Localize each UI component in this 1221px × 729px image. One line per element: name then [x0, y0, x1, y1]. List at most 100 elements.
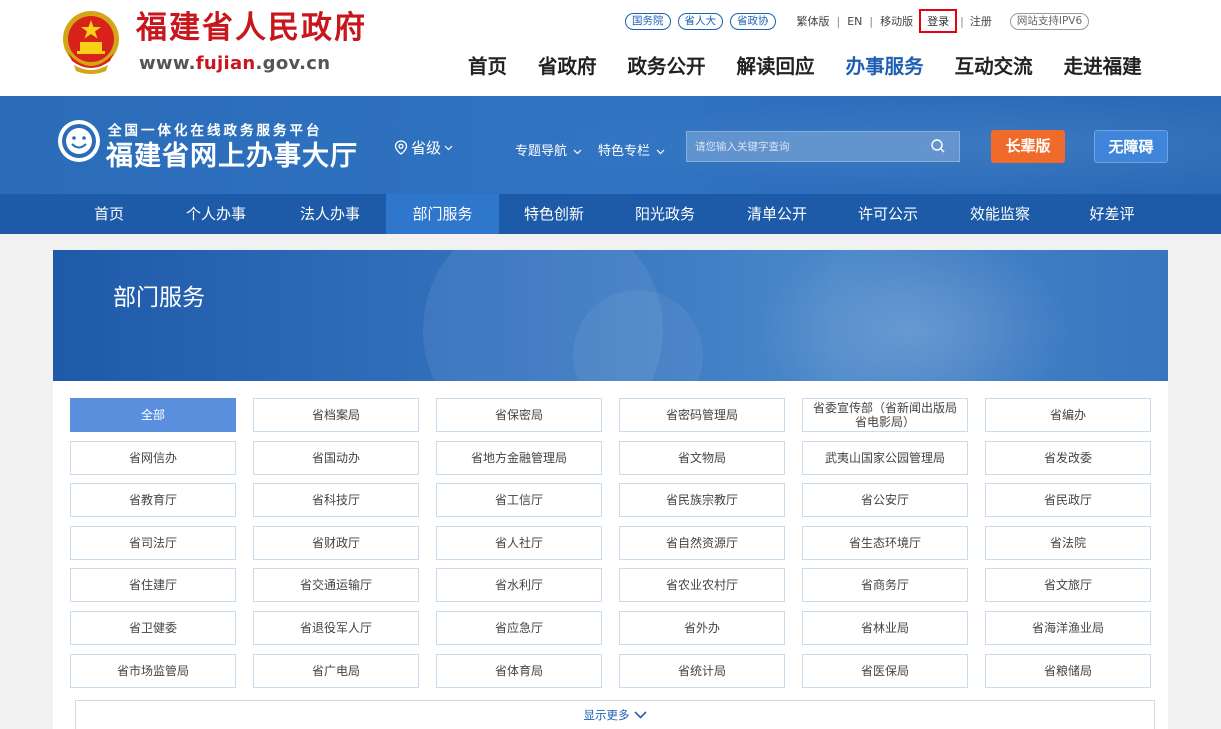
department-item[interactable]: 省交通运输厅 — [253, 568, 419, 603]
department-item[interactable]: 省粮储局 — [985, 653, 1151, 688]
department-item[interactable]: 省发改委 — [985, 440, 1151, 475]
department-item[interactable]: 省统计局 — [619, 653, 785, 688]
search-input[interactable] — [687, 132, 917, 161]
nav-home[interactable]: 首页 — [468, 52, 507, 82]
site-url[interactable]: www.fujian.gov.cn — [139, 53, 330, 74]
department-item[interactable]: 省应急厅 — [436, 611, 602, 645]
department-item[interactable]: 省文物局 — [619, 440, 785, 475]
platform-banner: 全国一体化在线政务服务平台 福建省网上办事大厅 省级 专题导航 特色专栏 长辈版… — [0, 96, 1221, 194]
separator: | — [869, 14, 874, 28]
platform-logo-icon — [58, 120, 100, 162]
nav-gov-affairs[interactable]: 政务公开 — [628, 52, 706, 82]
feature-column-dropdown[interactable]: 特色专栏 — [598, 140, 665, 159]
department-item[interactable]: 省外办 — [619, 611, 785, 645]
department-item[interactable]: 省人社厅 — [436, 525, 602, 560]
subnav-innovation[interactable]: 特色创新 — [512, 194, 596, 234]
department-item[interactable]: 省水利厅 — [436, 568, 602, 603]
department-item[interactable]: 省体育局 — [436, 653, 602, 688]
chevron-down-icon — [633, 711, 647, 719]
separator: | — [960, 14, 964, 28]
department-item[interactable]: 省档案局 — [253, 398, 419, 432]
link-traditional[interactable]: 繁体版 — [797, 13, 830, 29]
show-more-button[interactable]: 显示更多 — [75, 700, 1155, 729]
gov-header: 福建省人民政府 www.fujian.gov.cn 国务院 省人大 省政协 繁体… — [0, 0, 1221, 96]
elder-mode-button[interactable]: 长辈版 — [991, 130, 1065, 163]
link-shengzhengxie[interactable]: 省政协 — [730, 12, 776, 30]
department-item[interactable]: 省公安厅 — [802, 483, 968, 518]
department-item[interactable]: 省民政厅 — [985, 483, 1151, 518]
department-item[interactable]: 省财政厅 — [253, 525, 419, 560]
subnav-legal-person[interactable]: 法人办事 — [288, 194, 372, 234]
accessibility-button[interactable]: 无障碍 — [1094, 130, 1168, 163]
subnav-sunshine[interactable]: 阳光政务 — [623, 194, 707, 234]
platform-title[interactable]: 福建省网上办事大厅 — [106, 134, 358, 173]
level-selector[interactable]: 省级 — [394, 137, 456, 158]
subnav-personal[interactable]: 个人办事 — [176, 194, 256, 234]
url-prefix: www. — [139, 53, 196, 74]
link-guowuyuan[interactable]: 国务院 — [625, 12, 671, 30]
subnav-permit[interactable]: 许可公示 — [846, 194, 930, 234]
subnav-supervision[interactable]: 效能监察 — [958, 194, 1042, 234]
department-item[interactable]: 省网信办 — [70, 440, 236, 475]
department-item[interactable]: 省市场监管局 — [70, 653, 236, 688]
department-item[interactable]: 省法院 — [985, 525, 1151, 560]
nav-provincial-gov[interactable]: 省政府 — [538, 52, 597, 82]
content-panel: 部门服务 全部 省档案局 省保密局 省密码管理局 省委宣传部（省新闻出版局 省电影局） 省… — [53, 250, 1168, 729]
url-suffix: .gov.cn — [255, 53, 331, 74]
chevron-down-icon — [573, 149, 582, 155]
nav-about-fujian[interactable]: 走进福建 — [1064, 52, 1142, 82]
department-item[interactable]: 省文旅厅 — [985, 568, 1151, 603]
subnav-list-public[interactable]: 清单公开 — [735, 194, 819, 234]
department-item[interactable]: 省生态环境厅 — [802, 525, 968, 560]
department-item[interactable]: 省委宣传部（省新闻出版局 省电影局） — [802, 398, 968, 432]
location-pin-icon — [394, 140, 408, 155]
link-mobile[interactable]: 移动版 — [880, 13, 913, 29]
department-item[interactable]: 省保密局 — [436, 398, 602, 432]
link-shengrenda[interactable]: 省人大 — [677, 12, 723, 30]
department-item[interactable]: 省密码管理局 — [619, 398, 785, 432]
link-english[interactable]: EN — [847, 15, 862, 28]
department-item[interactable]: 省退役军人厅 — [253, 611, 419, 645]
department-item[interactable]: 武夷山国家公园管理局 — [802, 440, 968, 475]
subnav-department[interactable]: 部门服务 — [386, 194, 499, 234]
register-link[interactable]: 注册 — [970, 13, 992, 29]
top-links: 国务院 省人大 省政协 繁体版 | EN | 移动版 登录 | 注册 网站支持I… — [625, 9, 1090, 33]
separator: | — [836, 14, 841, 28]
department-item[interactable]: 省卫健委 — [70, 611, 236, 645]
nav-interaction[interactable]: 互动交流 — [955, 52, 1033, 82]
department-item[interactable]: 省司法厅 — [70, 525, 236, 560]
department-item[interactable]: 省科技厅 — [253, 483, 419, 518]
national-emblem-icon — [63, 11, 119, 74]
department-item[interactable]: 省国动办 — [253, 440, 419, 475]
site-name[interactable]: 福建省人民政府 — [136, 10, 367, 46]
subnav-rating[interactable]: 好差评 — [1072, 194, 1152, 234]
department-item[interactable]: 省住建厅 — [70, 568, 236, 603]
department-item[interactable]: 省海洋渔业局 — [985, 611, 1151, 645]
department-item[interactable]: 省林业局 — [802, 611, 968, 645]
nav-interpretation[interactable]: 解读回应 — [737, 52, 815, 82]
ipv6-badge: 网站支持IPV6 — [1009, 12, 1090, 30]
department-item[interactable]: 省工信厅 — [436, 483, 602, 518]
url-domain: fujian — [195, 53, 256, 74]
login-link[interactable]: 登录 — [919, 9, 958, 33]
topic-nav-dropdown[interactable]: 专题导航 — [515, 140, 582, 159]
department-item[interactable]: 省教育厅 — [70, 483, 236, 518]
department-item[interactable]: 省自然资源厅 — [619, 525, 785, 560]
search-box — [686, 131, 960, 162]
department-item[interactable]: 省商务厅 — [802, 568, 968, 603]
department-item[interactable]: 省医保局 — [802, 653, 968, 688]
chevron-down-icon — [444, 145, 453, 150]
level-label: 省级 — [411, 139, 442, 157]
department-item[interactable]: 省农业农村厅 — [619, 568, 785, 603]
banner-decoration — [753, 250, 1073, 381]
feature-column-label: 特色专栏 — [598, 144, 651, 159]
search-icon[interactable] — [930, 138, 946, 154]
department-all-button[interactable]: 全部 — [70, 398, 236, 432]
department-item[interactable]: 省地方金融管理局 — [436, 440, 602, 475]
department-item[interactable]: 省编办 — [985, 398, 1151, 432]
subnav-home[interactable]: 首页 — [78, 194, 140, 234]
nav-services[interactable]: 办事服务 — [846, 52, 924, 82]
department-item[interactable]: 省民族宗教厅 — [619, 483, 785, 518]
department-item[interactable]: 省广电局 — [253, 653, 419, 688]
topic-nav-label: 专题导航 — [515, 144, 568, 159]
